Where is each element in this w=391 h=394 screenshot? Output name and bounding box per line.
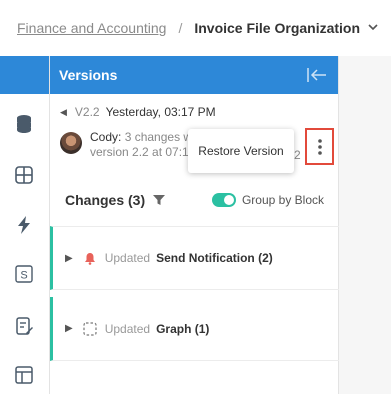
bell-icon	[83, 251, 97, 265]
change-status: Updated	[104, 251, 151, 265]
comment-text: Cody: 3 changes w version 2.2 at 07:1	[90, 130, 192, 170]
breadcrumb-current[interactable]: Invoice File Organization	[194, 20, 360, 36]
breadcrumb-separator: /	[178, 20, 183, 36]
group-by-block-control: Group by Block	[211, 193, 324, 207]
comment-line1: 3 changes w	[121, 130, 193, 144]
document-edit-icon[interactable]	[12, 314, 36, 338]
comment-trail: 2	[294, 148, 301, 162]
avatar	[60, 132, 82, 154]
changes-header: Changes (3) Group by Block	[50, 186, 339, 214]
change-name: Graph (1)	[156, 321, 210, 336]
left-icon-rail: S	[0, 56, 50, 394]
change-name: Send Notification (2)	[156, 251, 273, 265]
kebab-icon	[317, 138, 322, 155]
canvas-area	[339, 56, 391, 394]
changes-title: Changes (3)	[65, 192, 146, 208]
panel-title: Versions	[59, 67, 118, 83]
version-date: Yesterday, 03:17 PM	[105, 105, 216, 119]
comment-line2: version 2.2 at 07:1	[90, 145, 189, 159]
group-by-block-toggle[interactable]	[211, 193, 236, 207]
filter-icon[interactable]	[153, 194, 166, 206]
comment-author: Cody:	[90, 130, 122, 144]
s-box-icon[interactable]: S	[12, 262, 36, 286]
version-row[interactable]: ◀ V2.2 Yesterday, 03:17 PM	[50, 102, 339, 122]
change-status: Updated	[104, 321, 151, 336]
panel-bottom-area	[50, 361, 339, 394]
group-by-block-label: Group by Block	[241, 193, 324, 207]
breadcrumb: Finance and Accounting / Invoice File Or…	[0, 0, 391, 56]
restore-version-menu-item[interactable]: Restore Version	[188, 129, 294, 173]
change-item[interactable]: ▶ Updated Send Notification (2)	[50, 226, 339, 290]
change-item[interactable]: ▶ Updated Graph (1)	[50, 297, 339, 361]
collapse-panel-icon[interactable]	[305, 63, 329, 87]
breadcrumb-parent-link[interactable]: Finance and Accounting	[17, 20, 166, 36]
more-options-button[interactable]	[305, 128, 334, 165]
rail-header	[0, 56, 49, 94]
database-icon[interactable]	[12, 112, 36, 136]
chevron-right-icon[interactable]: ▶	[65, 253, 73, 264]
chevron-down-icon[interactable]	[368, 22, 378, 34]
layout-icon[interactable]	[12, 363, 36, 387]
versions-panel-header: Versions	[50, 56, 338, 94]
grid-icon[interactable]	[12, 163, 36, 187]
caret-left-icon[interactable]: ◀	[60, 107, 67, 118]
dashed-square-icon	[83, 321, 97, 336]
lightning-icon[interactable]	[12, 213, 36, 237]
chevron-right-icon[interactable]: ▶	[65, 323, 73, 334]
svg-text:S: S	[20, 270, 27, 282]
version-number: V2.2	[74, 105, 100, 119]
versions-panel: Versions ◀ V2.2 Yesterday, 03:17 PM Cody…	[50, 56, 339, 394]
